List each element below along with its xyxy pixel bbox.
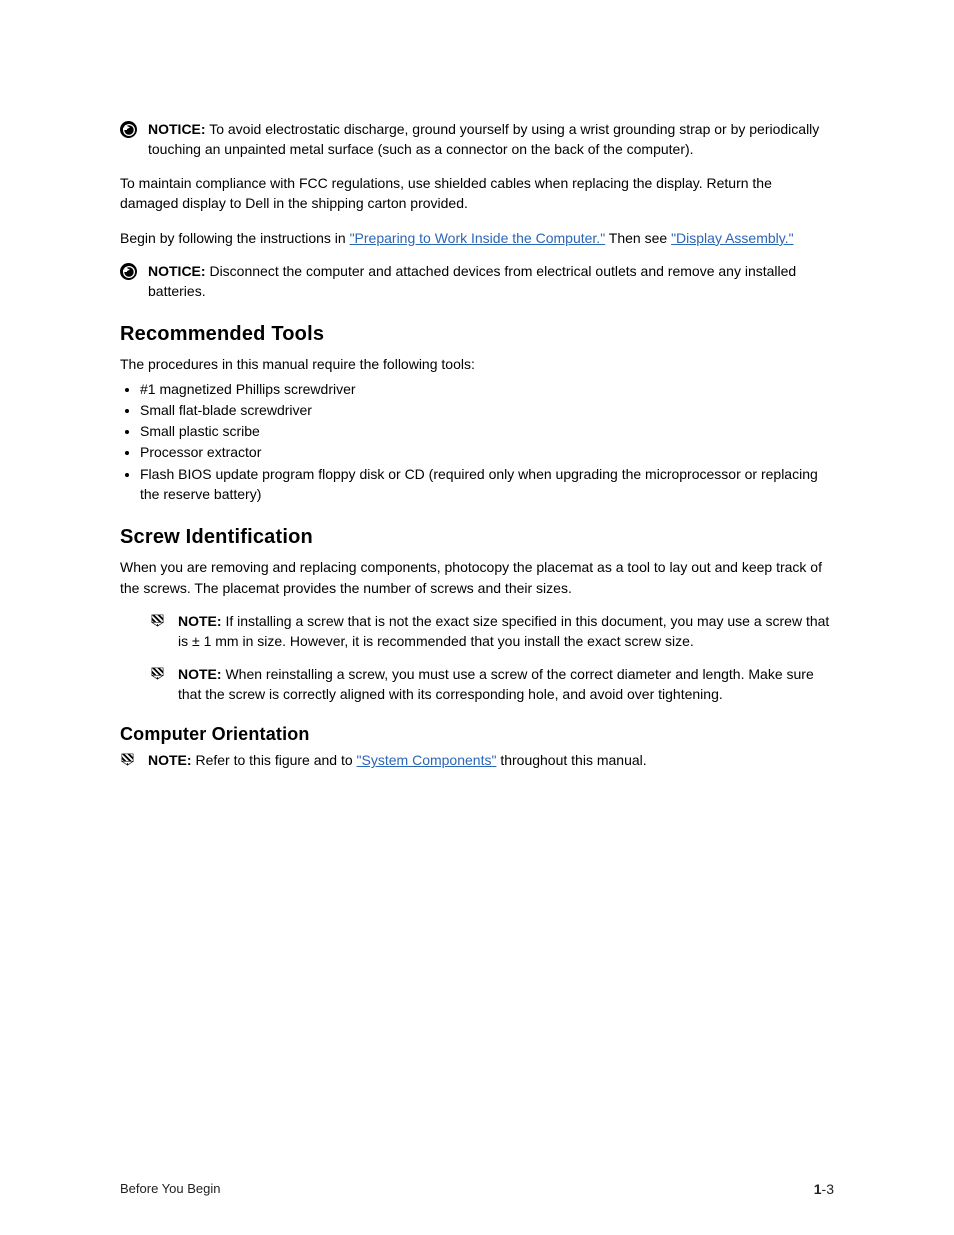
document-page: { "notice1": { "label": "NOTICE:", "text… [0,0,954,1235]
notice-body: Disconnect the computer and attached dev… [148,263,796,299]
footer-right: 1-3 [814,1181,834,1197]
note-screw-size: NOTE: If installing a screw that is not … [150,612,834,651]
pencil-icon [150,613,168,631]
note-correct-diameter: NOTE: When reinstalling a screw, you mus… [150,665,834,704]
note-body-post: throughout this manual. [496,752,646,768]
page-footer: Before You Begin 1-3 [0,1181,954,1197]
notice-text: NOTICE: Disconnect the computer and atta… [148,262,834,301]
arrow-circle-icon [120,121,138,139]
heading-computer-orientation: Computer Orientation [120,724,834,745]
heading-screw-identification: Screw Identification [120,526,834,549]
link-system-components[interactable]: "System Components" [357,752,497,768]
notice-label: NOTICE: [148,121,206,137]
notice-text: NOTICE: To avoid electrostatic discharge… [148,120,834,159]
notice-disconnect: NOTICE: Disconnect the computer and atta… [120,262,834,301]
notice-body: To avoid electrostatic discharge, ground… [148,121,819,157]
footer-chapter: 1 [814,1181,822,1197]
footer-left: Before You Begin [120,1181,220,1197]
footer-page: -3 [822,1181,834,1197]
paragraph-fcc: To maintain compliance with FCC regulati… [120,173,834,214]
note-label: NOTE: [178,666,222,682]
heading-recommended-tools: Recommended Tools [120,323,834,346]
notice-label: NOTICE: [148,263,206,279]
note-text: NOTE: When reinstalling a screw, you mus… [178,665,834,704]
tools-list: #1 magnetized Phillips screwdriver Small… [120,379,834,505]
note-label: NOTE: [178,613,222,629]
list-item: Flash BIOS update program floppy disk or… [140,464,834,505]
note-body: If installing a screw that is not the ex… [178,613,829,649]
notice-discharge: NOTICE: To avoid electrostatic discharge… [120,120,834,159]
list-item: #1 magnetized Phillips screwdriver [140,379,834,399]
paragraph-begin: Begin by following the instructions in "… [120,228,834,248]
paragraph-begin-pre: Begin by following the instructions in [120,230,350,246]
paragraph-begin-mid: Then see [605,230,671,246]
note-refer-figure: NOTE: Refer to this figure and to "Syste… [120,751,834,771]
note-body-pre: Refer to this figure and to [192,752,357,768]
screw-paragraph: When you are removing and replacing comp… [120,557,834,598]
note-body: When reinstalling a screw, you must use … [178,666,814,702]
note-text: NOTE: Refer to this figure and to "Syste… [148,751,834,771]
list-item: Processor extractor [140,442,834,462]
arrow-circle-icon [120,263,138,281]
list-item: Small plastic scribe [140,421,834,441]
list-item: Small flat-blade screwdriver [140,400,834,420]
pencil-icon [150,666,168,684]
note-text: NOTE: If installing a screw that is not … [178,612,834,651]
link-preparing-to-work[interactable]: "Preparing to Work Inside the Computer." [350,230,606,246]
tools-intro: The procedures in this manual require th… [120,354,834,374]
note-label: NOTE: [148,752,192,768]
link-display-assembly[interactable]: "Display Assembly." [671,230,794,246]
pencil-icon [120,752,138,770]
